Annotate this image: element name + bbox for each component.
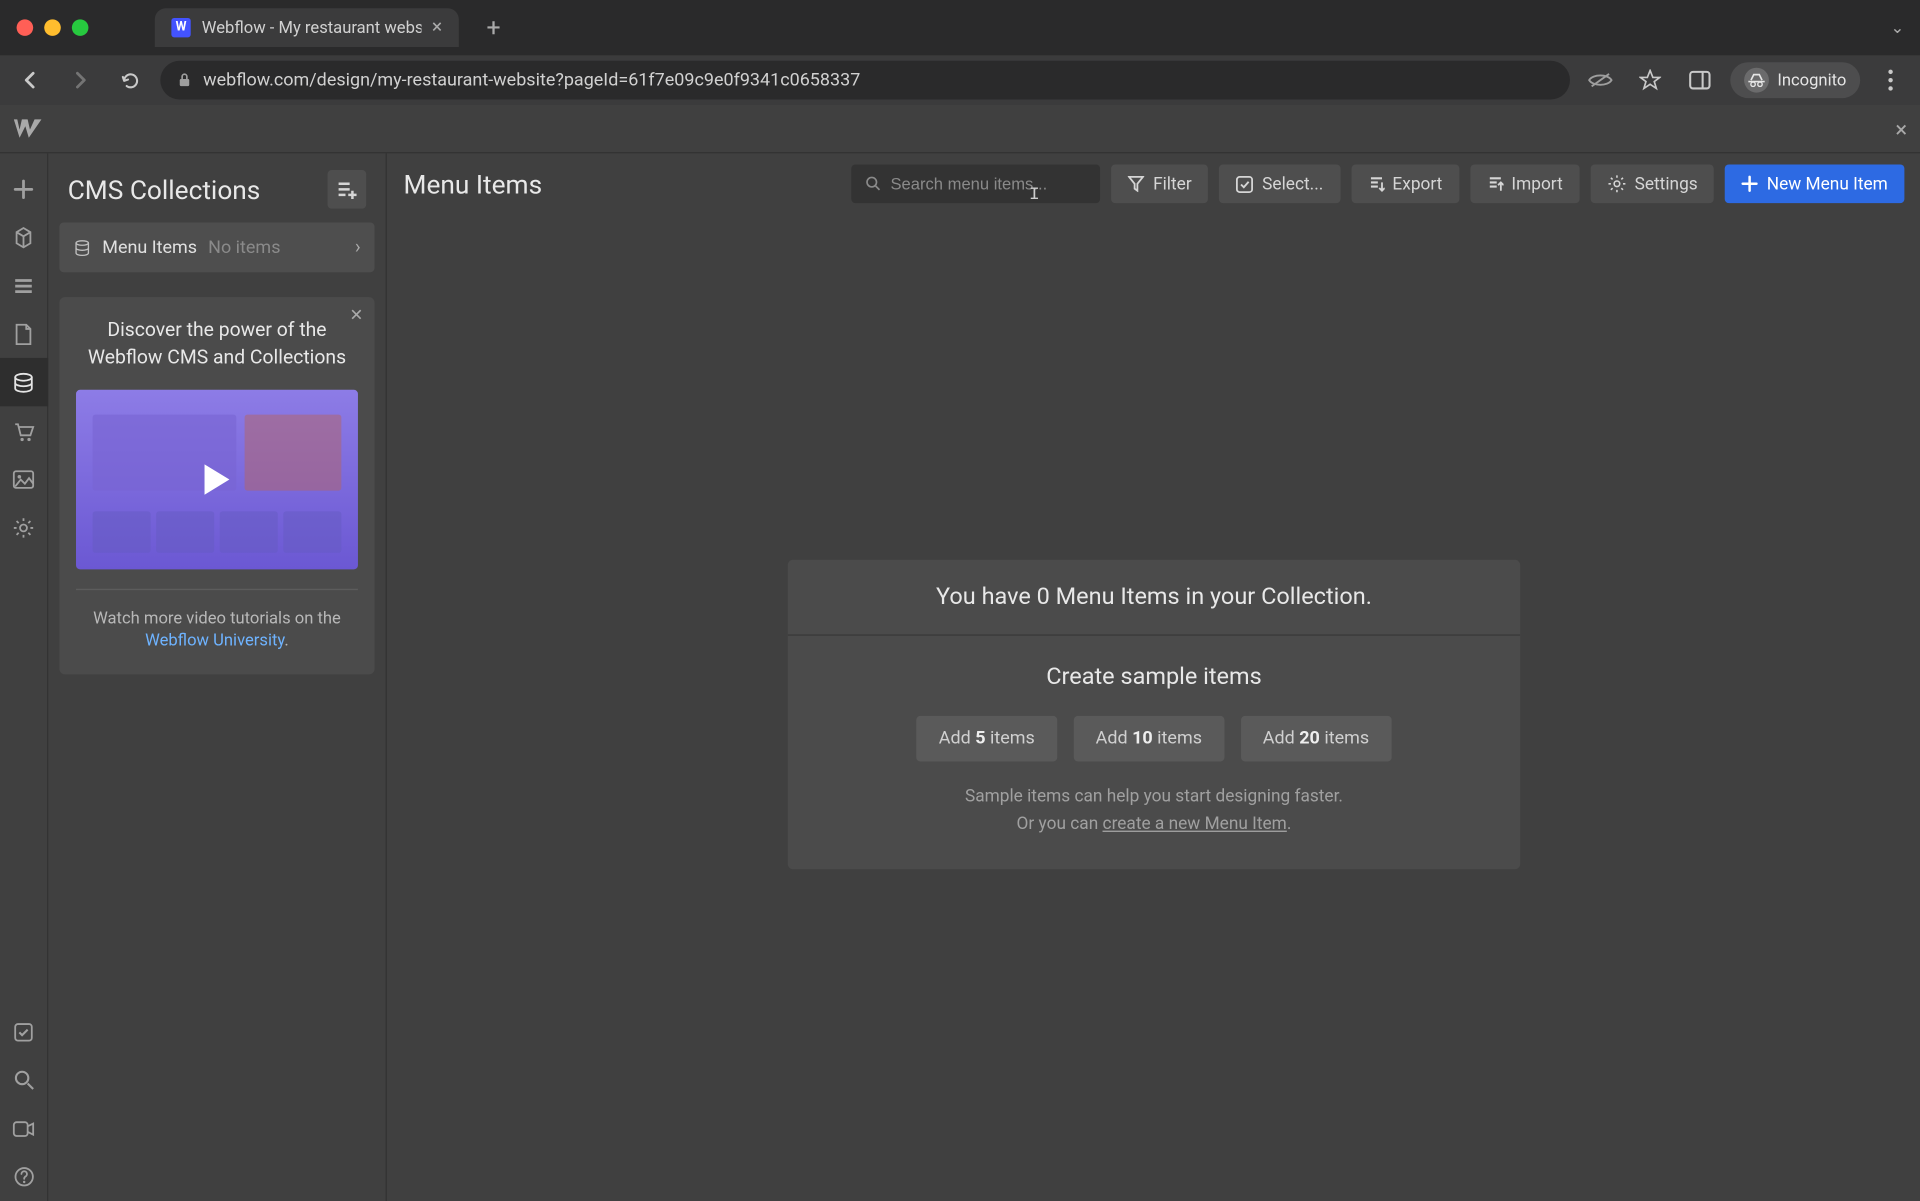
side-panel-icon[interactable] <box>1681 61 1720 100</box>
export-button[interactable]: Export <box>1351 164 1459 203</box>
promo-subtext: Watch more video tutorials on the Webflo… <box>76 606 358 652</box>
rail-search-button[interactable] <box>0 1056 48 1104</box>
close-tab-button[interactable]: × <box>432 17 442 39</box>
rail-help-button[interactable] <box>0 1153 48 1201</box>
tab-title: Webflow - My restaurant webs <box>202 18 421 37</box>
promo-card: ✕ Discover the power of the Webflow CMS … <box>59 297 374 675</box>
rail-cms-button[interactable] <box>0 358 48 406</box>
left-rail <box>0 153 48 1201</box>
filter-button[interactable]: Filter <box>1112 164 1209 203</box>
promo-close-button[interactable]: ✕ <box>350 305 364 324</box>
database-icon <box>73 238 91 256</box>
incognito-label: Incognito <box>1777 70 1846 89</box>
panel-title: CMS Collections <box>68 173 261 205</box>
address-bar: webflow.com/design/my-restaurant-website… <box>0 55 1920 105</box>
browser-titlebar: W Webflow - My restaurant webs × + ⌄ <box>0 0 1920 55</box>
add-20-items-button[interactable]: Add 20 items <box>1241 716 1392 762</box>
rail-video-button[interactable] <box>0 1104 48 1152</box>
forward-button[interactable] <box>61 61 100 100</box>
back-button[interactable] <box>11 61 50 100</box>
reload-button[interactable] <box>111 61 150 100</box>
rail-audit-button[interactable] <box>0 1007 48 1055</box>
webflow-designer: × <box>0 105 1920 1201</box>
window-controls <box>17 19 89 36</box>
add-10-items-button[interactable]: Add 10 items <box>1074 716 1225 762</box>
lock-icon <box>177 72 192 89</box>
empty-subtitle: Create sample items <box>1046 663 1262 691</box>
rail-assets-button[interactable] <box>0 455 48 503</box>
incognito-badge[interactable]: Incognito <box>1730 62 1860 98</box>
tab-list-dropdown[interactable]: ⌄ <box>1890 18 1904 37</box>
export-icon <box>1368 175 1385 193</box>
gear-icon <box>1607 174 1626 193</box>
rail-pages-button[interactable] <box>0 213 48 261</box>
rail-ecommerce-button[interactable] <box>0 406 48 454</box>
import-icon <box>1487 175 1504 193</box>
empty-state-card: You have 0 Menu Items in your Collection… <box>788 560 1520 870</box>
collection-count: No items <box>208 237 280 258</box>
rail-add-button[interactable] <box>0 164 48 212</box>
collection-toolbar: Menu Items I Filter Select... <box>387 153 1920 214</box>
create-new-item-link[interactable]: create a new Menu Item <box>1103 814 1287 835</box>
minimize-window-button[interactable] <box>44 19 61 36</box>
rail-navigator-button[interactable] <box>0 261 48 309</box>
chevron-right-icon: › <box>355 236 361 258</box>
close-window-button[interactable] <box>17 19 34 36</box>
collection-name: Menu Items <box>102 237 197 258</box>
play-icon <box>205 464 230 494</box>
designer-topbar: × <box>0 105 1920 153</box>
select-button[interactable]: Select... <box>1219 164 1340 203</box>
rail-settings-button[interactable] <box>0 503 48 551</box>
maximize-window-button[interactable] <box>72 19 89 36</box>
search-input[interactable] <box>890 174 1086 193</box>
select-icon <box>1236 175 1254 193</box>
cms-panel: CMS Collections Menu Items No items › ✕ … <box>48 153 387 1201</box>
new-tab-button[interactable]: + <box>486 13 500 42</box>
new-item-button[interactable]: New Menu Item <box>1725 164 1904 203</box>
new-collection-button[interactable] <box>328 170 367 209</box>
empty-hint: Sample items can help you start designin… <box>965 784 1343 839</box>
collection-main: Menu Items I Filter Select... <box>387 153 1920 1201</box>
plus-icon <box>1742 176 1759 193</box>
rail-pages-icon[interactable] <box>0 310 48 358</box>
close-panel-button[interactable]: × <box>1895 115 1907 141</box>
webflow-logo-icon[interactable] <box>14 115 42 143</box>
search-input-wrapper[interactable]: I <box>852 164 1101 203</box>
webflow-favicon-icon: W <box>171 18 190 37</box>
url-field[interactable]: webflow.com/design/my-restaurant-website… <box>160 61 1570 100</box>
add-5-items-button[interactable]: Add 5 items <box>917 716 1057 762</box>
settings-button[interactable]: Settings <box>1590 164 1714 203</box>
url-text: webflow.com/design/my-restaurant-website… <box>203 70 860 91</box>
tracking-icon[interactable] <box>1581 61 1620 100</box>
promo-title: Discover the power of the Webflow CMS an… <box>76 316 358 372</box>
webflow-university-link[interactable]: Webflow University <box>145 631 284 650</box>
bookmark-star-icon[interactable] <box>1631 61 1670 100</box>
browser-tab[interactable]: W Webflow - My restaurant webs × <box>155 8 459 47</box>
collection-title: Menu Items <box>404 168 559 200</box>
empty-heading: You have 0 Menu Items in your Collection… <box>788 560 1520 636</box>
filter-icon <box>1128 176 1145 193</box>
promo-video-thumbnail[interactable] <box>76 389 358 569</box>
incognito-icon <box>1744 68 1769 93</box>
search-icon <box>866 176 883 193</box>
import-button[interactable]: Import <box>1470 164 1579 203</box>
collection-item-menu-items[interactable]: Menu Items No items › <box>59 223 374 273</box>
browser-menu-button[interactable] <box>1871 61 1910 100</box>
